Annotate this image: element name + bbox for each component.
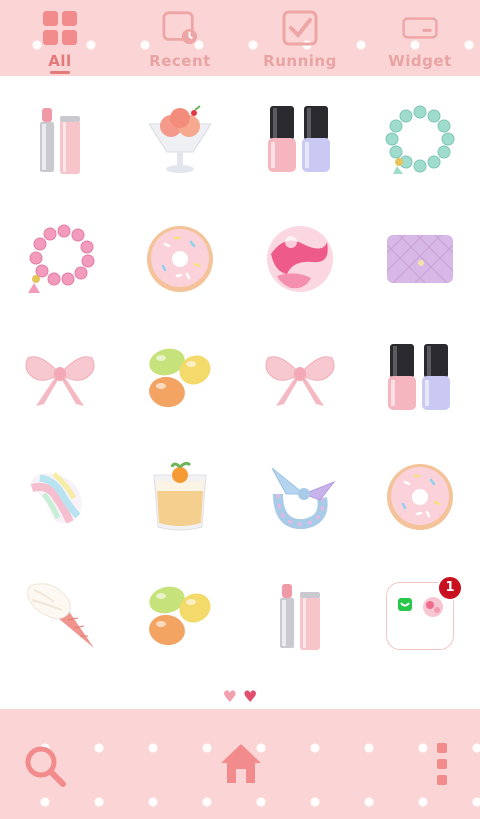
bead-bracelet-icon <box>385 105 455 174</box>
tab-all[interactable]: All <box>0 0 120 76</box>
folder-icon: 1 <box>386 574 463 650</box>
app-pudding-cup[interactable] <box>120 437 240 556</box>
home-icon <box>221 744 261 783</box>
app-row <box>0 437 480 556</box>
pudding-cup-icon <box>153 461 207 530</box>
page-dot-heart-icon[interactable]: ♥ <box>223 688 237 706</box>
app-nail-polish[interactable] <box>240 80 360 199</box>
tab-running[interactable]: Running <box>240 0 360 76</box>
app-grid: 1 <box>0 80 480 675</box>
active-tab-indicator <box>50 71 70 74</box>
clock-icon <box>162 10 198 46</box>
soft-serve-cone-icon <box>27 582 94 648</box>
app-jelly-beans[interactable] <box>120 318 240 437</box>
page-indicator: ♥ ♥ <box>0 688 480 706</box>
app-soft-serve-cone[interactable] <box>0 556 120 675</box>
launcher-screen: All Recent Running Widget 1 ♥ ♥ <box>0 0 480 819</box>
app-lipstick[interactable] <box>0 80 120 199</box>
app-donut-2[interactable] <box>360 437 480 556</box>
swirl-candy-icon <box>267 225 333 292</box>
ribbon-bow-icon <box>25 355 95 406</box>
app-nail-polish-2[interactable] <box>360 318 480 437</box>
app-jelly-beans-2[interactable] <box>120 556 240 675</box>
tab-widget[interactable]: Widget <box>360 0 480 76</box>
app-purse[interactable] <box>360 199 480 318</box>
tab-recent[interactable]: Recent <box>120 0 240 76</box>
app-row: 1 <box>0 556 480 675</box>
app-pink-bracelet[interactable] <box>0 199 120 318</box>
search-icon <box>25 746 66 787</box>
ice-cream-sundae-icon <box>148 104 212 173</box>
app-hair-scarf[interactable] <box>240 437 360 556</box>
app-bead-bracelet[interactable] <box>360 80 480 199</box>
pink-bracelet-icon <box>28 224 95 293</box>
jelly-beans-icon <box>149 586 211 645</box>
purse-icon <box>386 234 454 283</box>
donut-icon <box>147 225 213 292</box>
tab-label: All <box>48 52 72 70</box>
checkbox-icon <box>282 10 318 46</box>
home-button[interactable] <box>218 739 264 787</box>
widget-icon <box>402 10 438 46</box>
search-button[interactable] <box>22 743 68 789</box>
ribbon-bow-icon <box>265 355 335 406</box>
app-ice-cream-sundae[interactable] <box>120 80 240 199</box>
marshmallow-icon <box>30 471 82 524</box>
app-row <box>0 80 480 199</box>
tab-label: Running <box>263 52 337 70</box>
page-dot-heart-icon-active[interactable]: ♥ <box>243 688 257 706</box>
lipstick-icon <box>40 107 80 174</box>
nail-polish-icon <box>388 343 450 410</box>
grid-icon <box>42 10 78 46</box>
app-row <box>0 199 480 318</box>
app-lipstick-2[interactable] <box>240 556 360 675</box>
tab-label: Recent <box>149 52 211 70</box>
hair-scarf-icon <box>271 467 336 529</box>
lipstick-icon <box>280 583 320 650</box>
app-donut[interactable] <box>120 199 240 318</box>
notification-badge: 1 <box>437 574 463 601</box>
jelly-beans-icon <box>149 348 211 407</box>
app-swirl-candy[interactable] <box>240 199 360 318</box>
dock <box>0 709 480 819</box>
app-ribbon-bow[interactable] <box>0 318 120 437</box>
tab-strip: All Recent Running Widget <box>0 0 480 76</box>
menu-button[interactable] <box>428 739 456 789</box>
app-marshmallow[interactable] <box>0 437 120 556</box>
app-row <box>0 318 480 437</box>
tab-label: Widget <box>388 52 452 70</box>
app-ribbon-bow-2[interactable] <box>240 318 360 437</box>
donut-icon <box>387 463 453 530</box>
app-folder[interactable]: 1 <box>360 556 480 675</box>
menu-dots-icon <box>437 743 447 785</box>
nail-polish-icon <box>268 105 330 172</box>
